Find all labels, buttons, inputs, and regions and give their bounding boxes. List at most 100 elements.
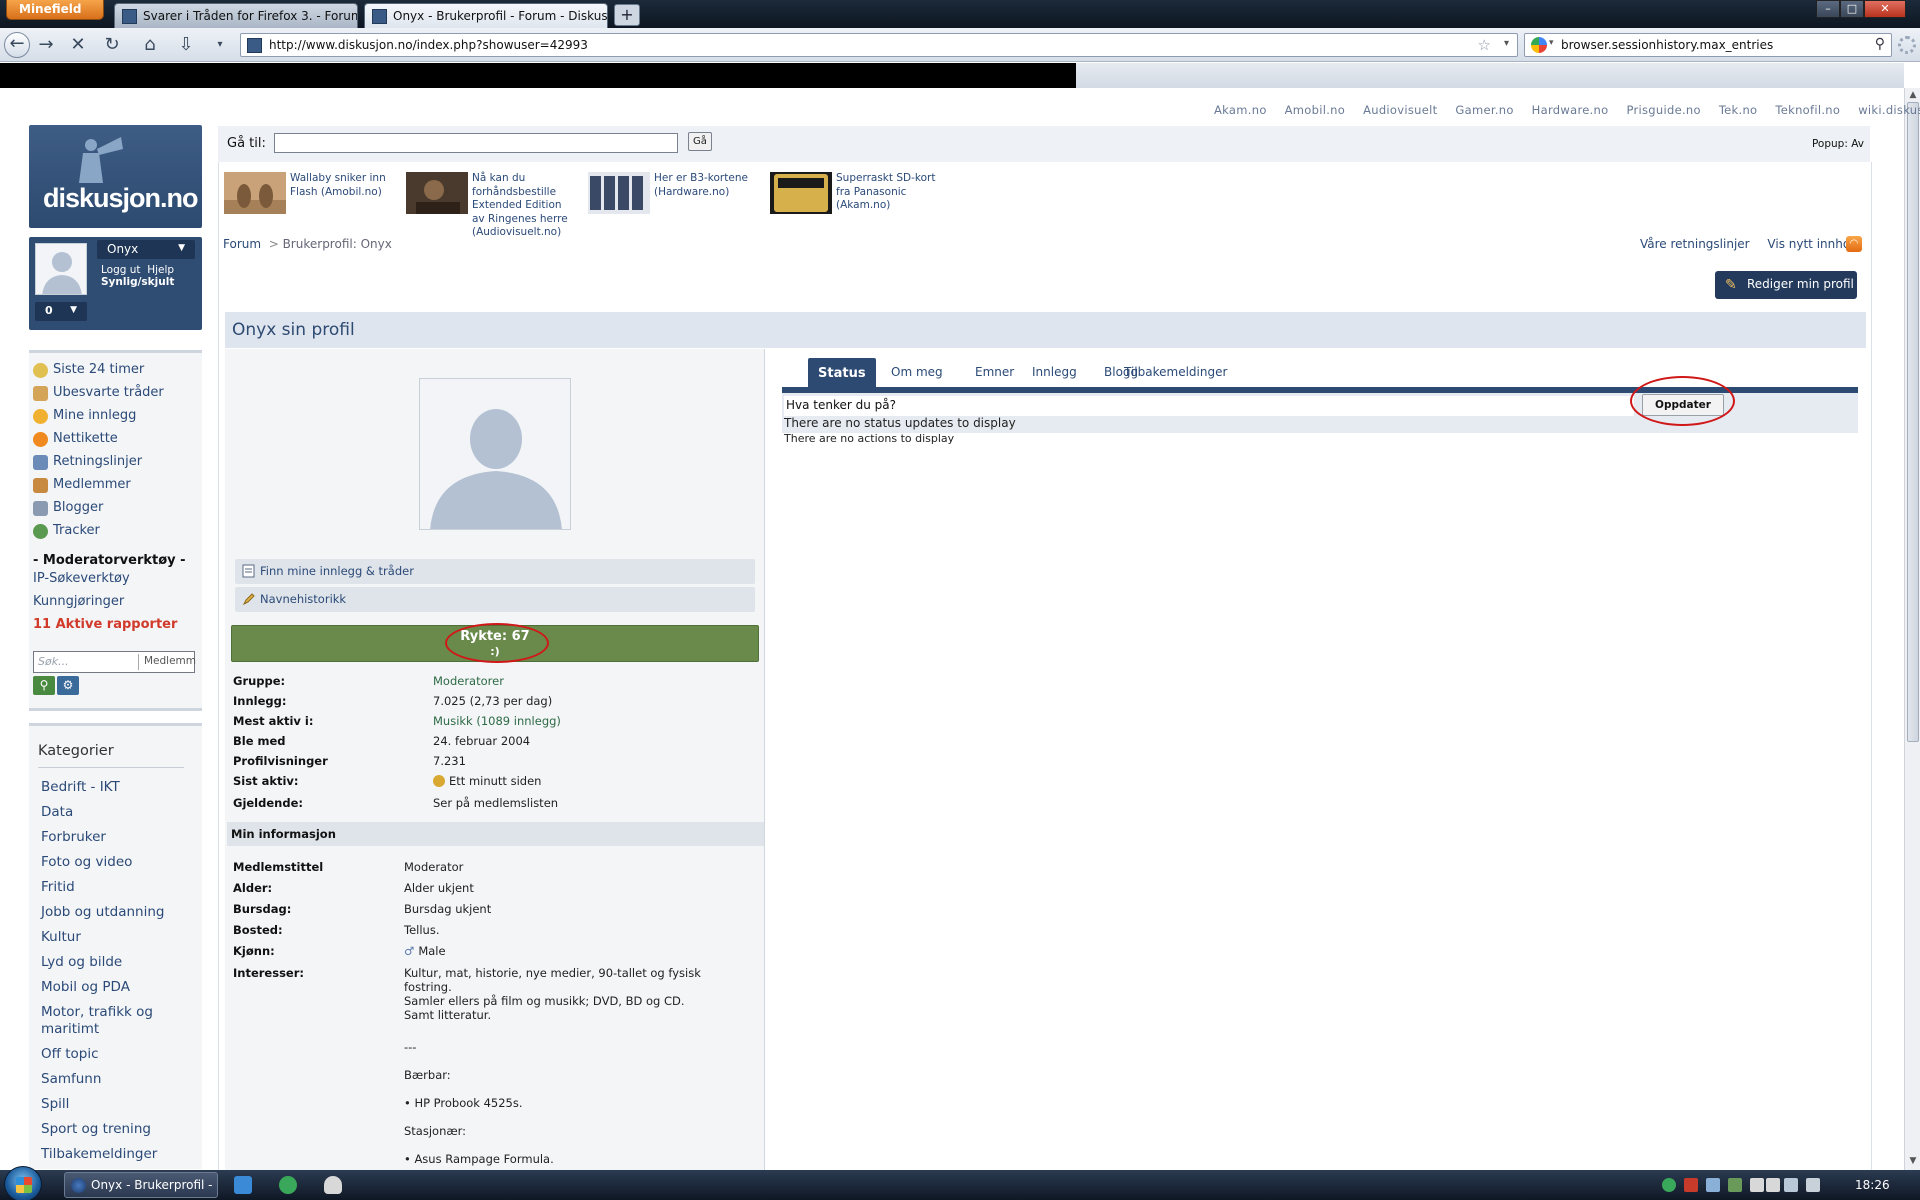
edit-profile-button[interactable]: ✎ Rediger min profil	[1715, 271, 1857, 299]
site-link[interactable]: Gamer.no	[1455, 103, 1513, 117]
category-link[interactable]: Forbruker	[41, 829, 191, 846]
active-reports-link[interactable]: 11 Aktive rapporter	[33, 617, 177, 632]
reload-button[interactable]: ↻	[98, 33, 126, 57]
notifications-button[interactable]: 0 ▼	[35, 302, 87, 321]
sidebar-item-netiquette[interactable]: Nettikette	[33, 431, 193, 451]
scroll-up-icon[interactable]: ▲	[1907, 90, 1919, 102]
stat-value[interactable]: Moderatorer	[433, 674, 504, 688]
tab-feedback[interactable]: Tilbakemeldinger	[1124, 358, 1227, 379]
category-link[interactable]: Samfunn	[41, 1071, 191, 1088]
close-window-button[interactable]: ✕	[1864, 0, 1906, 18]
minimize-button[interactable]: –	[1816, 0, 1840, 18]
bookmark-star-icon[interactable]: ☆	[1478, 36, 1491, 54]
tray-app-icon[interactable]	[1684, 1178, 1698, 1192]
history-dropdown-icon[interactable]: ▾	[206, 33, 234, 57]
news-link[interactable]: Wallaby sniker inn Flash (Amobil.no)	[290, 172, 402, 199]
search-bar[interactable]: ▾ browser.sessionhistory.max_entries ⚲	[1524, 33, 1892, 57]
visibility-toggle[interactable]: Synlig/skjult	[101, 276, 174, 288]
news-link[interactable]: Nå kan du forhåndsbestille Extended Edit…	[472, 172, 572, 240]
sidebar-item-unanswered[interactable]: Ubesvarte tråder	[33, 385, 193, 405]
search-scope[interactable]: Medlemm	[144, 655, 196, 667]
start-button[interactable]	[4, 1166, 42, 1200]
browser-tab-2[interactable]: Onyx - Brukerprofil - Forum - Diskusjon.…	[364, 3, 608, 28]
site-link[interactable]: Teknofil.no	[1775, 103, 1840, 117]
sidebar-item-guidelines[interactable]: Retningslinjer	[33, 454, 193, 474]
goto-input[interactable]	[274, 133, 678, 153]
category-link[interactable]: Foto og video	[41, 854, 191, 871]
download-button[interactable]: ⇩	[172, 33, 200, 57]
search-icon[interactable]: ⚲	[1875, 36, 1885, 52]
site-link[interactable]: wiki.diskusjon.no	[1858, 103, 1920, 117]
browser-tab-1[interactable]: Svarer i Tråden for Firefox 3. - Forum -…	[114, 3, 358, 28]
category-link[interactable]: Tilbakemeldinger	[41, 1146, 191, 1163]
action-center-flag-icon[interactable]	[1766, 1178, 1780, 1192]
category-link[interactable]: Motor, trafikk og maritimt	[41, 1004, 191, 1038]
site-link[interactable]: Akam.no	[1214, 103, 1267, 117]
category-link[interactable]: Off topic	[41, 1046, 191, 1063]
site-link[interactable]: Prisguide.no	[1626, 103, 1700, 117]
popup-toggle[interactable]: Popup: Av	[1812, 138, 1864, 150]
category-link[interactable]: Fritid	[41, 879, 191, 896]
member-search-input[interactable]: Søk... Medlemm	[33, 651, 196, 673]
tray-app-icon[interactable]	[1706, 1178, 1720, 1192]
rss-icon[interactable]: ◠	[1846, 236, 1862, 252]
scroll-down-icon[interactable]: ▼	[1907, 1156, 1919, 1168]
ip-search-link[interactable]: IP-Søkeverktøy	[33, 571, 130, 586]
announcements-link[interactable]: Kunngjøringer	[33, 594, 124, 609]
category-link[interactable]: Bedrift - IKT	[41, 779, 191, 796]
site-link[interactable]: Hardware.no	[1532, 103, 1609, 117]
stop-button[interactable]: ✕	[64, 33, 92, 57]
tab-about-me[interactable]: Om meg	[891, 358, 943, 379]
help-link[interactable]: Hjelp	[147, 264, 174, 276]
tray-app-icon[interactable]	[1728, 1178, 1742, 1192]
sidebar-item-last-24h[interactable]: Siste 24 timer	[33, 362, 193, 382]
tab-status[interactable]: Status	[808, 358, 876, 388]
tab-topics[interactable]: Emner	[975, 358, 1014, 379]
sidebar-item-members[interactable]: Medlemmer	[33, 477, 193, 497]
home-button[interactable]: ⌂	[136, 33, 164, 57]
breadcrumb-forum-link[interactable]: Forum	[223, 237, 261, 251]
tab-posts[interactable]: Innlegg	[1032, 358, 1077, 379]
category-link[interactable]: Jobb og utdanning	[41, 904, 191, 921]
search-options-gear-icon[interactable]: ⚙	[57, 676, 79, 695]
clock[interactable]: 18:26	[1855, 1178, 1890, 1192]
sidebar-item-my-posts[interactable]: Mine innlegg	[33, 408, 193, 428]
quicklaunch-app-icon[interactable]	[234, 1176, 252, 1194]
category-link[interactable]: Mobil og PDA	[41, 979, 191, 996]
sidebar-item-blogs[interactable]: Blogger	[33, 500, 193, 520]
tray-utorrent-icon[interactable]	[1662, 1178, 1676, 1192]
site-logo[interactable]: diskusjon.no	[29, 125, 202, 228]
maximize-button[interactable]: □	[1840, 0, 1864, 18]
guidelines-link[interactable]: Våre retningslinjer	[1640, 237, 1750, 251]
volume-icon[interactable]	[1806, 1178, 1820, 1192]
quicklaunch-utorrent-icon[interactable]	[279, 1176, 297, 1194]
url-dropdown-icon[interactable]: ▾	[1504, 38, 1509, 49]
search-engine-dropdown-icon[interactable]: ▾	[1549, 38, 1554, 48]
stat-value[interactable]: Musikk (1089 innlegg)	[433, 714, 561, 728]
url-bar[interactable]: http://www.diskusjon.no/index.php?showus…	[240, 33, 1518, 57]
tray-app-icon[interactable]	[1750, 1178, 1764, 1192]
goto-button[interactable]: Gå	[688, 132, 712, 151]
logout-link[interactable]: Logg ut	[101, 264, 141, 276]
site-link[interactable]: Tek.no	[1719, 103, 1758, 117]
firefox-menu-button[interactable]: Minefield	[6, 0, 104, 20]
site-link[interactable]: Amobil.no	[1285, 103, 1345, 117]
back-button[interactable]: ←	[4, 32, 30, 58]
forward-button[interactable]: →	[32, 33, 60, 57]
category-link[interactable]: Lyd og bilde	[41, 954, 191, 971]
new-tab-button[interactable]: +	[614, 4, 640, 26]
user-menu-button[interactable]: Onyx ▼	[97, 240, 195, 259]
search-button[interactable]: ⚲	[33, 676, 55, 695]
news-link[interactable]: Her er B3-kortene (Hardware.no)	[654, 172, 766, 199]
network-icon[interactable]	[1784, 1178, 1798, 1192]
avatar[interactable]	[35, 243, 87, 295]
category-link[interactable]: Spill	[41, 1096, 191, 1113]
taskbar-firefox-item[interactable]: Onyx - Brukerprofil - ...	[64, 1172, 218, 1198]
category-link[interactable]: Sport og trening	[41, 1121, 191, 1138]
news-link[interactable]: Superraskt SD-kort fra Panasonic (Akam.n…	[836, 172, 936, 213]
sidebar-item-tracker[interactable]: Tracker	[33, 523, 193, 543]
name-history-button[interactable]: Navnehistorikk	[235, 587, 755, 612]
category-link[interactable]: Kultur	[41, 929, 191, 946]
status-input[interactable]: Hva tenker du på?	[784, 396, 1634, 416]
site-link[interactable]: Audiovisuelt	[1363, 103, 1437, 117]
